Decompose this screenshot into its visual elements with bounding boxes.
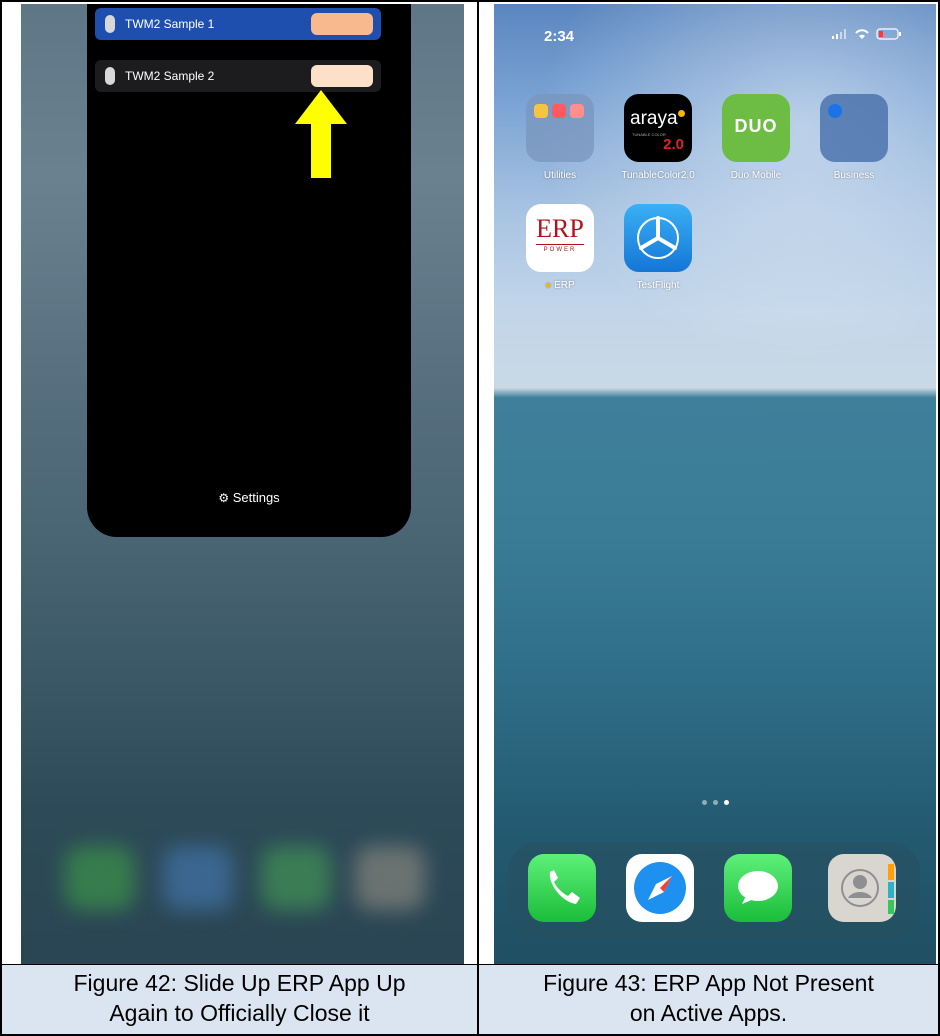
erp-app-card[interactable]: TWM2 Sample 1 TWM2 Sample 2 ⚙ Settings [87, 4, 411, 537]
messages-icon [261, 846, 331, 910]
app-label: TestFlight [636, 280, 680, 291]
wifi-icon [855, 29, 869, 39]
lamp-toggle[interactable] [105, 15, 115, 33]
settings-label: Settings [232, 490, 280, 505]
contacts-icon [355, 846, 425, 910]
app-switcher-screenshot: TWM2 Sample 1 TWM2 Sample 2 ⚙ Settings [21, 4, 464, 964]
signal-icon [832, 29, 846, 39]
app-tunablecolor[interactable]: araya TUNABLE COLOR 2.0 TunableColor2.0 [618, 94, 698, 181]
figure-43-caption: Figure 43: ERP App Not Present on Active… [479, 968, 938, 1028]
page-dot[interactable] [712, 800, 718, 805]
page-dot-active[interactable] [723, 800, 729, 805]
contacts-icon[interactable] [828, 854, 896, 922]
settings-link[interactable]: ⚙ Settings [87, 490, 411, 505]
page-dot[interactable] [701, 800, 707, 805]
page-dots[interactable] [494, 792, 936, 810]
folder-icon [526, 94, 594, 162]
status-time: 2:34 [544, 28, 575, 45]
icon-text: ERP [536, 214, 584, 243]
app-label: Business [833, 170, 875, 181]
figure-table: TWM2 Sample 1 TWM2 Sample 2 ⚙ Settings 2… [0, 0, 940, 1036]
lamp-toggle[interactable] [105, 67, 115, 85]
up-arrow-icon [295, 90, 347, 178]
color-swatch[interactable] [311, 13, 373, 35]
app-business[interactable]: Business [814, 94, 894, 181]
home-screen-screenshot: 2:34 Utilities araya TUNABLE COLOR 2.0 T… [494, 4, 936, 964]
app-erp[interactable]: ERP POWER ● ERP [520, 204, 600, 291]
icon-version: 2.0 [663, 136, 684, 153]
widget-label: TWM2 Sample 1 [125, 17, 215, 31]
battery-icon [876, 28, 901, 40]
gear-icon: ⚙ [218, 491, 230, 505]
safari-icon [163, 846, 233, 910]
app-label: Utilities [543, 170, 577, 181]
app-testflight[interactable]: TestFlight [618, 204, 698, 291]
app-utilities[interactable]: Utilities [520, 94, 600, 181]
status-icons [832, 28, 902, 40]
testflight-icon [624, 204, 692, 272]
figure-42-caption: Figure 42: Slide Up ERP App Up Again to … [2, 968, 477, 1028]
duo-icon: DUO [722, 94, 790, 162]
icon-text: DUO [734, 116, 778, 136]
icon-subtext: TUNABLE COLOR [632, 132, 666, 137]
widget-row-sample-1[interactable]: TWM2 Sample 1 [95, 8, 381, 40]
dock [508, 842, 920, 938]
color-swatch[interactable] [311, 65, 373, 87]
app-duo-mobile[interactable]: DUO Duo Mobile [716, 94, 796, 181]
araya-icon: araya TUNABLE COLOR 2.0 [624, 94, 692, 162]
app-label: TunableColor2.0 [621, 170, 695, 181]
icon-text: araya [630, 108, 678, 129]
caption-line: Again to Officially Close it [109, 1000, 370, 1026]
widget-label: TWM2 Sample 2 [125, 69, 215, 83]
app-label: ● ERP [545, 280, 575, 291]
app-label: Duo Mobile [730, 170, 782, 181]
folder-icon [820, 94, 888, 162]
caption-line: on Active Apps. [629, 1000, 788, 1026]
safari-icon[interactable] [626, 854, 694, 922]
icon-subtext: POWER [543, 247, 577, 253]
caption-line: Figure 43: ERP App Not Present [543, 970, 874, 996]
erp-icon: ERP POWER [526, 204, 594, 272]
phone-icon[interactable] [528, 854, 596, 922]
caption-line: Figure 42: Slide Up ERP App Up [73, 970, 406, 996]
messages-icon[interactable] [724, 854, 792, 922]
phone-icon [65, 846, 135, 910]
